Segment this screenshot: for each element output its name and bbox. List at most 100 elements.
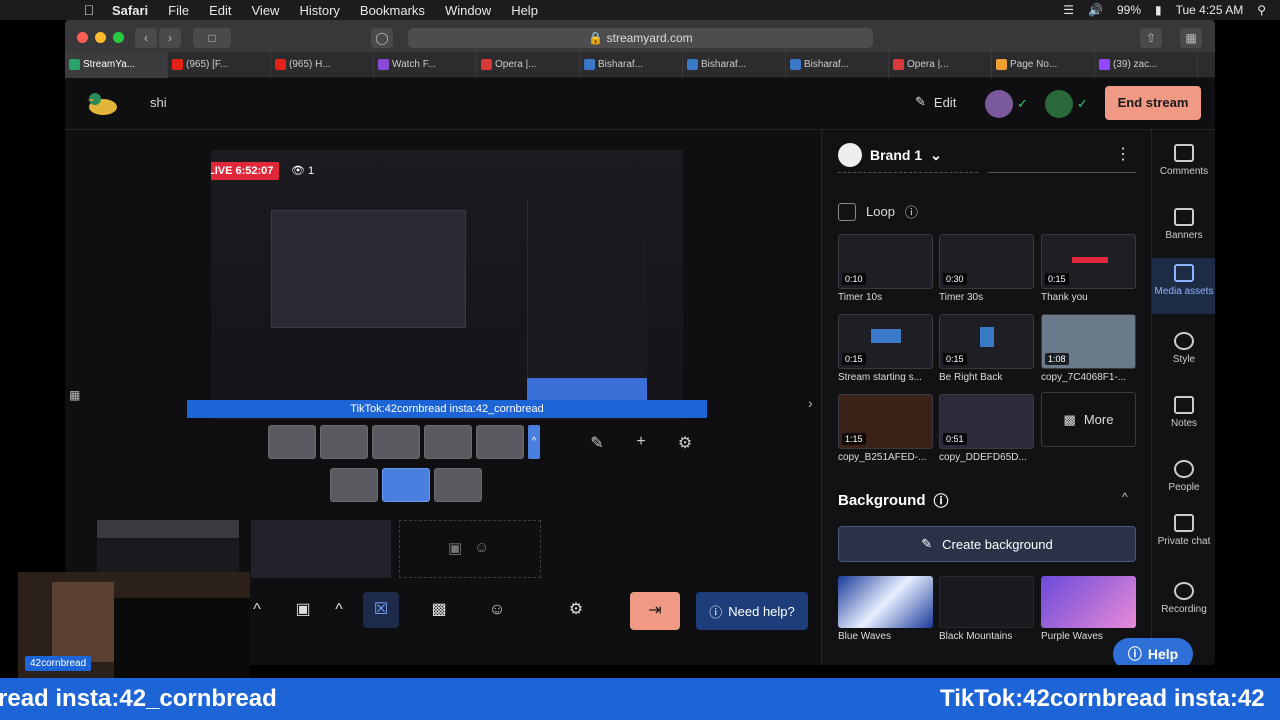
add-media-icon[interactable]: ▩ xyxy=(421,592,457,628)
opera-favicon-icon xyxy=(481,58,492,70)
media-asset[interactable]: 0:15 Thank you xyxy=(1041,234,1136,303)
zoom-window-button[interactable] xyxy=(113,32,124,43)
share-screen-button[interactable]: ☒ xyxy=(363,592,399,628)
browser-tab[interactable]: (39) zac... xyxy=(1095,51,1198,78)
mic-options-chevron-icon[interactable]: ^ xyxy=(248,592,266,628)
layout-leader[interactable] xyxy=(424,425,472,459)
invite-icon[interactable]: ☺ xyxy=(479,592,515,628)
rail-style[interactable]: Style xyxy=(1152,332,1215,365)
safari-window: ‹ › □ ◯ 🔒 streamyard.com ⇧ ▦ StreamYa...… xyxy=(65,20,1215,665)
end-stream-button[interactable]: End stream xyxy=(1105,86,1201,120)
spotlight-icon[interactable]: ⚲ xyxy=(1257,3,1266,17)
media-asset[interactable]: 0:15 Stream starting s... xyxy=(838,314,933,383)
destination-avatar[interactable] xyxy=(985,90,1013,118)
screen-share-tile[interactable] xyxy=(251,520,391,578)
collapse-panel-icon[interactable]: › xyxy=(808,395,813,411)
loop-option[interactable]: Loop ⓘ xyxy=(838,202,918,221)
rail-people[interactable]: People xyxy=(1152,460,1215,493)
rail-private-chat[interactable]: Private chat xyxy=(1152,514,1215,547)
browser-tab[interactable]: Bisharaf... xyxy=(786,51,889,78)
layout-solo[interactable] xyxy=(268,425,316,459)
studio-header: shi ✎ Edit ✓ ✓ End stream xyxy=(65,78,1215,130)
browser-tab[interactable]: Page No... xyxy=(992,51,1095,78)
settings-gear-icon[interactable]: ⚙ xyxy=(558,592,594,628)
menu-edit[interactable]: Edit xyxy=(209,3,231,18)
collapse-section-icon[interactable]: ^ xyxy=(1122,490,1128,504)
browser-tab[interactable]: Bisharaf... xyxy=(683,51,786,78)
help-circle-icon[interactable]: ⓘ xyxy=(905,202,918,221)
battery-icon[interactable]: ▮ xyxy=(1155,3,1162,17)
layout-split[interactable] xyxy=(320,425,368,459)
brand-selector[interactable]: Brand 1 ⌄ xyxy=(838,143,942,167)
layout-group[interactable] xyxy=(372,425,420,459)
menu-view[interactable]: View xyxy=(252,3,280,18)
rail-notes[interactable]: Notes xyxy=(1152,396,1215,429)
shield-icon[interactable]: ◯ xyxy=(371,28,393,48)
rail-comments[interactable]: Comments xyxy=(1152,144,1215,177)
nested-background-swatches xyxy=(527,378,647,400)
create-background-button[interactable]: ✎ Create background xyxy=(838,526,1136,562)
wifi-icon[interactable]: ☰ xyxy=(1063,3,1074,17)
browser-tab[interactable]: StreamYa... xyxy=(65,51,168,78)
address-bar[interactable]: 🔒 streamyard.com xyxy=(408,28,873,48)
background-option[interactable]: Blue Waves xyxy=(838,576,933,642)
forward-button[interactable]: › xyxy=(159,28,181,48)
menubar-clock[interactable]: Tue 4:25 AM xyxy=(1176,3,1244,17)
loop-checkbox[interactable] xyxy=(838,202,856,221)
add-guest-tile[interactable]: ▣ ☺ xyxy=(399,520,541,578)
media-asset[interactable]: 0:10 Timer 10s xyxy=(838,234,933,303)
volume-icon[interactable]: 🔊 xyxy=(1088,3,1103,17)
menu-history[interactable]: History xyxy=(299,3,339,18)
stream-title[interactable]: shi xyxy=(150,95,167,110)
back-button[interactable]: ‹ xyxy=(135,28,157,48)
menu-bookmarks[interactable]: Bookmarks xyxy=(360,3,425,18)
camera-icon[interactable]: ▣ xyxy=(285,592,321,628)
camera-options-chevron-icon[interactable]: ^ xyxy=(330,592,348,628)
guest-tile[interactable] xyxy=(97,520,239,578)
layout-screen-active[interactable] xyxy=(382,468,430,502)
share-icon[interactable]: ⇧ xyxy=(1140,28,1162,48)
browser-tab[interactable]: Watch F... xyxy=(374,51,477,78)
more-options-icon[interactable]: ⋮ xyxy=(1115,144,1131,164)
menu-app-name[interactable]: Safari xyxy=(112,3,148,18)
menu-file[interactable]: File xyxy=(168,3,189,18)
layout-sidebar[interactable] xyxy=(476,425,524,459)
media-asset[interactable]: 0:15 Be Right Back xyxy=(939,314,1034,383)
add-icon[interactable]: + xyxy=(631,433,651,453)
rail-banners[interactable]: Banners xyxy=(1152,208,1215,241)
apple-icon[interactable]:  xyxy=(82,2,96,18)
menu-window[interactable]: Window xyxy=(445,3,491,18)
destination-avatar[interactable] xyxy=(1045,90,1073,118)
media-asset[interactable]: 1:15 copy_B251AFED-... xyxy=(838,394,933,463)
more-media-button[interactable]: ▩ More xyxy=(1041,392,1136,447)
leave-studio-button[interactable]: ⇥ xyxy=(630,592,680,630)
sidebar-toggle-icon[interactable]: □ xyxy=(193,28,231,48)
layout-expand-button[interactable]: ^ xyxy=(528,425,540,459)
layout-grid-icon[interactable]: ▦ xyxy=(69,388,80,402)
browser-tab[interactable]: (965) [F... xyxy=(168,51,271,78)
pencil-icon[interactable]: ✎ xyxy=(587,433,607,453)
battery-percent[interactable]: 99% xyxy=(1117,3,1141,17)
gear-icon[interactable]: ⚙ xyxy=(675,433,695,453)
need-help-button[interactable]: ⓘ Need help? xyxy=(696,592,808,630)
layout-full-screen[interactable] xyxy=(434,468,482,502)
close-window-button[interactable] xyxy=(77,32,88,43)
help-button[interactable]: ⓘ Help xyxy=(1113,638,1193,665)
browser-tab[interactable]: (965) H... xyxy=(271,51,374,78)
rail-recording[interactable]: Recording xyxy=(1152,582,1215,615)
menu-help[interactable]: Help xyxy=(511,3,538,18)
help-circle-icon[interactable]: ⓘ xyxy=(934,490,949,511)
minimize-window-button[interactable] xyxy=(95,32,106,43)
browser-tab[interactable]: Opera |... xyxy=(477,51,580,78)
edit-button[interactable]: ✎ Edit xyxy=(915,94,956,110)
media-asset[interactable]: 0:51 copy_DDEFD65D... xyxy=(939,394,1034,463)
background-option[interactable]: Black Mountains xyxy=(939,576,1034,642)
layout-picture-in-picture[interactable] xyxy=(330,468,378,502)
background-option[interactable]: Purple Waves xyxy=(1041,576,1136,642)
media-asset[interactable]: 0:30 Timer 30s xyxy=(939,234,1034,303)
rail-media-assets[interactable]: Media assets xyxy=(1152,258,1215,314)
browser-tab[interactable]: Opera |... xyxy=(889,51,992,78)
tab-overview-icon[interactable]: ▦ xyxy=(1180,28,1202,48)
browser-tab[interactable]: Bisharaf... xyxy=(580,51,683,78)
media-asset[interactable]: 1:08 copy_7C4068F1-... xyxy=(1041,314,1136,383)
